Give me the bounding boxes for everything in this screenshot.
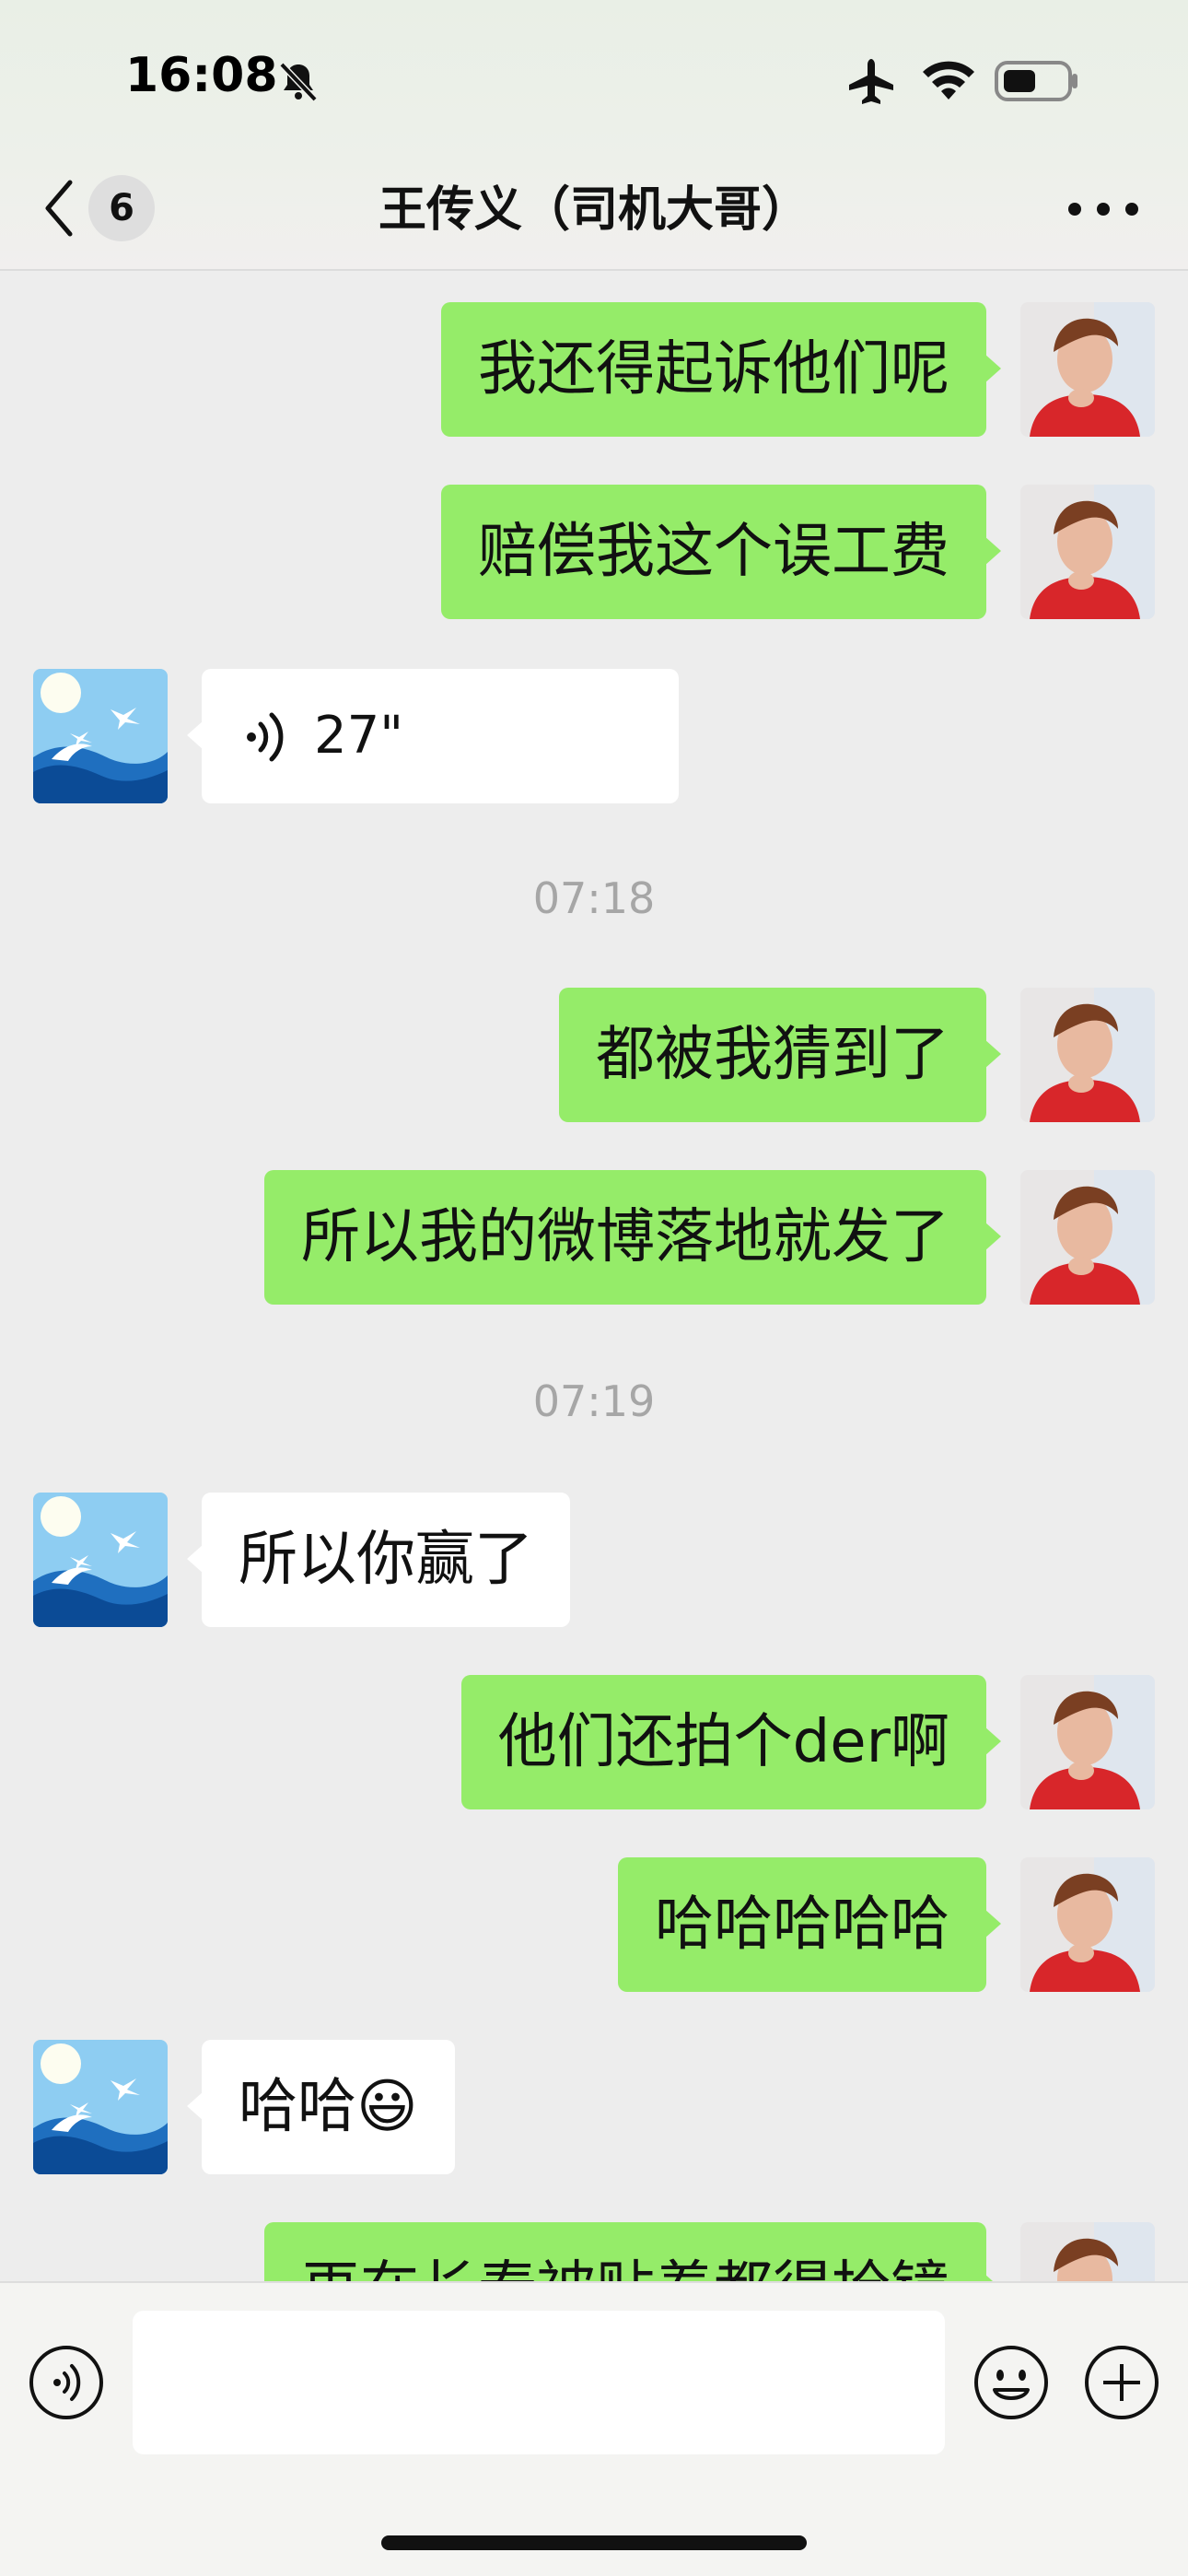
voice-wave-icon — [247, 712, 284, 762]
voice-duration: 27" — [314, 706, 404, 766]
wifi-icon — [923, 61, 974, 100]
chat-screen: 16:08 6 王传义（司机大哥） 我还得起诉他们呢 赔偿我这个误工费 27" … — [0, 0, 1188, 2576]
my-avatar[interactable] — [1020, 988, 1155, 1122]
mute-bell-icon — [279, 62, 318, 102]
message-input[interactable] — [133, 2311, 945, 2454]
unread-count-badge[interactable]: 6 — [88, 175, 155, 241]
battery-icon — [995, 61, 1077, 101]
my-avatar[interactable] — [1020, 1675, 1155, 1809]
message-timestamp: 07:19 — [532, 1376, 656, 1426]
outgoing-message[interactable]: 再在长春被贴着都得抢镜 — [264, 2222, 1001, 2281]
my-avatar[interactable] — [1020, 302, 1155, 437]
voice-input-icon[interactable] — [28, 2344, 105, 2421]
contact-avatar[interactable] — [33, 1493, 168, 1627]
emoji-icon[interactable] — [973, 2344, 1050, 2421]
input-bar — [0, 2281, 1188, 2576]
outgoing-message[interactable]: 都被我猜到了 — [559, 988, 1001, 1122]
more-options-icon[interactable] — [1068, 193, 1138, 223]
airplane-icon — [849, 59, 893, 104]
incoming-voice-message[interactable]: 27" — [187, 669, 679, 803]
contact-avatar[interactable] — [33, 669, 168, 803]
outgoing-message[interactable]: 哈哈哈哈哈 — [618, 1857, 1001, 1992]
incoming-message[interactable]: 所以你赢了 — [187, 1493, 570, 1627]
outgoing-message[interactable]: 赔偿我这个误工费 — [441, 485, 1001, 619]
outgoing-message[interactable]: 他们还拍个der啊 — [460, 1675, 1002, 1809]
outgoing-message[interactable]: 所以我的微博落地就发了 — [264, 1170, 1001, 1305]
chat-title: 王传义（司机大哥） — [378, 182, 809, 238]
my-avatar[interactable] — [1020, 2222, 1155, 2281]
my-avatar[interactable] — [1020, 1170, 1155, 1305]
incoming-message[interactable]: 哈哈😃 — [187, 2040, 455, 2174]
back-chevron-icon[interactable] — [41, 175, 77, 241]
home-indicator[interactable] — [381, 2535, 807, 2550]
outgoing-message[interactable]: 我还得起诉他们呢 — [441, 302, 1001, 437]
my-avatar[interactable] — [1020, 485, 1155, 619]
message-timestamp: 07:18 — [532, 873, 656, 923]
my-avatar[interactable] — [1020, 1857, 1155, 1992]
plus-icon[interactable] — [1083, 2344, 1160, 2421]
top-bar: 16:08 6 王传义（司机大哥） — [0, 0, 1188, 271]
status-time: 16:08 — [125, 48, 278, 103]
contact-avatar[interactable] — [33, 2040, 168, 2174]
message-list[interactable]: 我还得起诉他们呢 赔偿我这个误工费 27" 07:18 都被我猜到了 所以我的微… — [0, 271, 1188, 2281]
